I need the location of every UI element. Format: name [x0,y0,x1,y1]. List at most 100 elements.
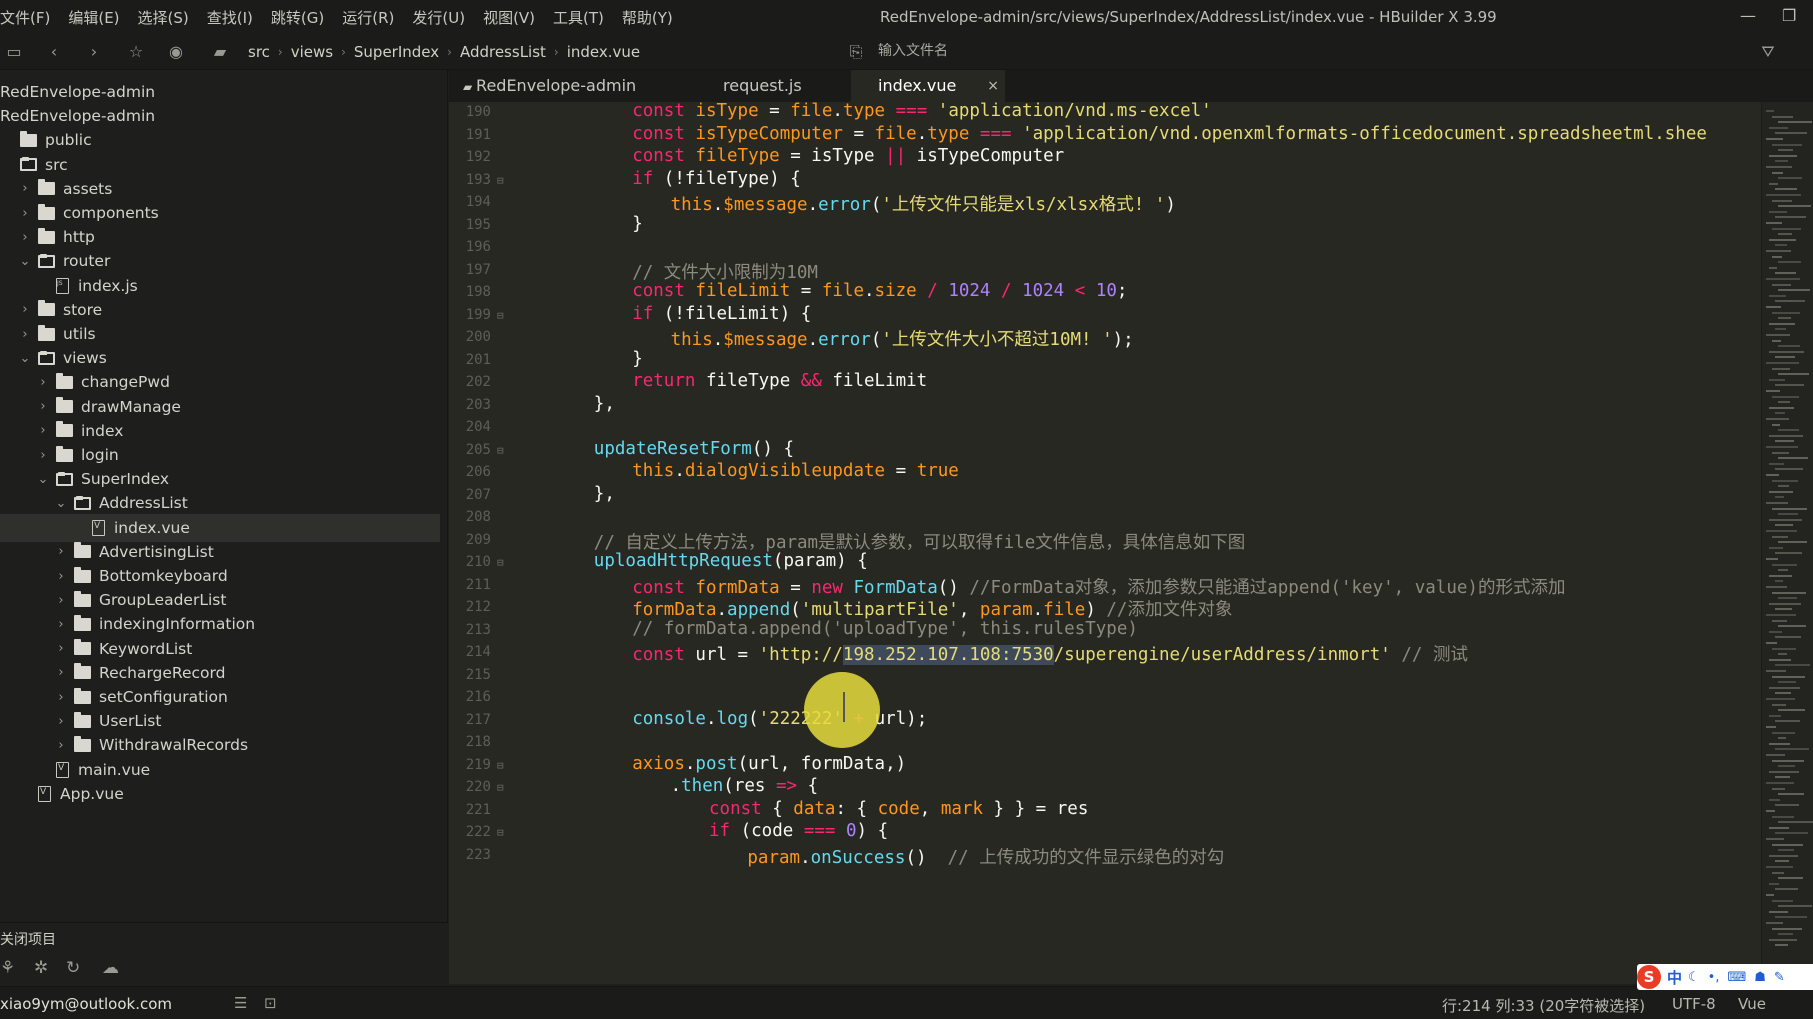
sync-icon[interactable]: ↻ [66,958,80,978]
breadcrumb-item[interactable]: AddressList [460,43,546,61]
git-icon[interactable]: ⚘ [0,958,15,978]
code-line[interactable]: // formData.append('uploadType', this.ru… [632,619,1138,639]
menu-item[interactable]: 工具(T) [544,7,613,28]
chevron-down-icon[interactable]: ⌄ [18,351,32,366]
menu-item[interactable]: 跳转(G) [262,7,333,28]
chevron-right-icon[interactable]: › [36,399,50,414]
menu-item[interactable]: 编辑(E) [59,7,128,28]
code-line[interactable]: if (!fileLimit) { [632,304,811,324]
chevron-right-icon[interactable]: › [18,302,32,317]
chevron-down-icon[interactable]: ⌄ [54,496,68,511]
chevron-right-icon[interactable]: › [18,230,32,245]
code-line[interactable]: }, [594,394,615,414]
code-line[interactable]: return fileType && fileLimit [632,371,927,391]
menu-item[interactable]: 发行(U) [403,7,474,28]
chevron-right-icon[interactable]: › [54,665,68,680]
fold-toggle-icon[interactable]: ⊟ [497,759,504,772]
chevron-right-icon[interactable]: › [36,448,50,463]
code-line[interactable]: // 文件大小限制为10M [632,259,818,284]
code-line[interactable]: this.$message.error('上传文件大小不超过10M! '); [671,326,1134,351]
chevron-right-icon[interactable]: › [36,375,50,390]
keyboard-icon[interactable]: ⌨ [1727,970,1746,985]
chevron-right-icon[interactable]: › [18,181,32,196]
menu-item[interactable]: 查找(I) [198,7,262,28]
chevron-right-icon[interactable]: › [54,641,68,656]
code-line[interactable]: const isType = file.type === 'applicatio… [632,102,1212,121]
fold-toggle-icon[interactable]: ⊟ [497,309,504,322]
menu-item[interactable]: 帮助(Y) [613,7,682,28]
chevron-down-icon[interactable]: ⌄ [18,254,32,269]
tab-indexvue[interactable]: index.vue × [851,70,1005,102]
filter-icon[interactable]: ⛛ [1758,42,1778,62]
code-line[interactable]: if (code === 0) { [709,821,888,841]
punctuation-icon[interactable]: •, [1708,970,1720,985]
code-line[interactable]: // 自定义上传方法，param是默认参数，可以取得file文件信息，具体信息如… [594,529,1245,554]
terminal-icon[interactable]: ⊡ [264,994,277,1012]
chevron-right-icon[interactable]: › [18,206,32,221]
code-line[interactable]: uploadHttpRequest(param) { [594,551,868,571]
chevron-right-icon[interactable]: › [54,738,68,753]
file-search-input[interactable] [878,43,1178,59]
chevron-right-icon[interactable]: › [54,714,68,729]
moon-icon[interactable]: ☾ [1688,970,1700,985]
code-line[interactable]: .then(res => { [671,776,819,796]
chevron-right-icon[interactable]: › [36,423,50,438]
forward-icon[interactable]: › [84,42,104,62]
code-line[interactable]: const formData = new FormData() //FormDa… [632,574,1565,599]
code-line[interactable]: const fileType = isType || isTypeCompute… [632,146,1064,166]
minimize-icon[interactable]: — [1740,6,1756,25]
breadcrumb-item[interactable]: views [291,43,333,61]
code-line[interactable]: } [632,349,643,369]
back-icon[interactable]: ‹ [44,42,64,62]
chevron-right-icon[interactable]: › [54,593,68,608]
star-icon[interactable]: ☆ [126,42,146,62]
code-line[interactable]: const isTypeComputer = file.type === 'ap… [632,124,1707,144]
code-line[interactable]: this.dialogVisibleupdate = true [632,461,959,481]
encoding-label[interactable]: UTF-8 [1672,995,1716,1013]
chevron-down-icon[interactable]: ⌄ [36,472,50,487]
fold-toggle-icon[interactable]: ⊟ [497,781,504,794]
code-editor[interactable]: 190 const isType = file.type === 'applica… [449,102,1761,984]
breadcrumb-item[interactable]: index.vue [567,43,640,61]
cursor-position[interactable]: 行:214 列:33 (20字符被选择) [1442,995,1645,1016]
chevron-right-icon[interactable]: › [54,569,68,584]
close-icon[interactable]: × [987,70,999,102]
tree-file-item[interactable]: App.vue [0,780,440,808]
code-line[interactable]: const fileLimit = file.size / 1024 / 102… [632,281,1127,301]
minimap[interactable] [1761,102,1813,984]
tools-icon[interactable]: ✎ [1774,970,1785,985]
run-icon[interactable]: ◉ [166,42,186,62]
code-line[interactable]: const { data: { code, mark } } = res [709,799,1088,819]
menu-item[interactable]: 运行(R) [333,7,403,28]
close-project-button[interactable]: 关闭项目 [0,922,448,952]
plugin-icon[interactable]: ☁ [102,958,119,978]
chevron-right-icon[interactable]: › [54,617,68,632]
skin-icon[interactable]: ☗ [1754,970,1766,985]
chevron-right-icon[interactable]: › [54,544,68,559]
fold-toggle-icon[interactable]: ⊟ [497,556,504,569]
code-line[interactable]: axios.post(url, formData,) [632,754,906,774]
chevron-right-icon[interactable]: › [18,327,32,342]
outline-icon[interactable]: ☰ [234,994,247,1012]
code-line[interactable]: if (!fileType) { [632,169,801,189]
menu-item[interactable]: 视图(V) [474,7,544,28]
code-line[interactable]: console.log('222222' + url); [632,709,927,729]
fold-toggle-icon[interactable]: ⊟ [497,826,504,839]
debug-icon[interactable]: ✲ [34,958,48,978]
maximize-icon[interactable]: ❐ [1782,6,1796,25]
code-line[interactable]: this.$message.error('上传文件只能是xls/xlsx格式! … [671,191,1176,216]
code-line[interactable]: formData.append('multipartFile', param.f… [632,596,1232,621]
code-line[interactable]: const url = 'http://198.252.107.108:7530… [632,641,1468,666]
code-line[interactable]: param.onSuccess() // 上传成功的文件显示绿色的对勾 [747,844,1224,869]
menu-item[interactable]: 文件(F) [0,7,59,28]
fold-toggle-icon[interactable]: ⊟ [497,444,504,457]
language-mode[interactable]: Vue [1738,995,1766,1013]
breadcrumb-item[interactable]: src [248,43,270,61]
code-line[interactable]: }, [594,484,615,504]
menu-item[interactable]: 选择(S) [129,7,198,28]
tab-requestjs[interactable]: request.js [689,70,849,102]
tab-redenvelopeadmin[interactable]: ▰ RedEnvelope-admin [449,70,687,102]
chevron-right-icon[interactable]: › [54,690,68,705]
account-label[interactable]: xiao9ym@outlook.com [0,995,172,1013]
ime-toolbar[interactable]: S 中 ☾ •, ⌨ ☗ ✎ [1637,964,1813,990]
